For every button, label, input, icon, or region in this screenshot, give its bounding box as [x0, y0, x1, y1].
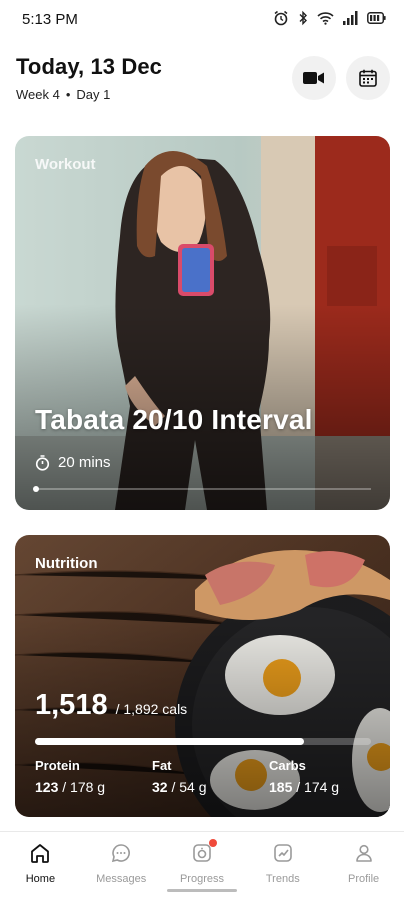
stopwatch-icon [35, 454, 50, 471]
battery-icon [367, 12, 386, 24]
macro-protein: Protein 123 / 178 g [35, 758, 152, 795]
week-day-indicator: Week 4 • Day 1 [16, 87, 110, 102]
macro-value-line: 32 / 54 g [152, 779, 269, 795]
status-bar: 5:13 PM [0, 0, 404, 40]
nav-label: Messages [96, 873, 147, 885]
macro-goal: / 174 g [296, 779, 340, 795]
calorie-summary: 1,518 / 1,892 cals [35, 689, 187, 722]
nav-label: Home [25, 873, 56, 885]
macros-row: Protein 123 / 178 g Fat 32 / 54 g Carbs … [35, 758, 386, 795]
nav-trends[interactable]: Trends [242, 832, 323, 900]
nav-label: Trends [265, 873, 300, 885]
week-label: Week 4 [16, 87, 60, 102]
alarm-icon [274, 10, 288, 26]
video-call-button[interactable] [292, 56, 336, 100]
nutrition-label: Nutrition [35, 555, 98, 572]
workout-duration: 20 mins [35, 454, 111, 471]
notification-badge [208, 839, 217, 847]
video-camera-icon [303, 72, 324, 84]
bluetooth-icon [299, 10, 307, 26]
nav-messages[interactable]: Messages [81, 832, 162, 900]
nav-home[interactable]: Home [0, 832, 81, 900]
page-title: Today, 13 Dec [16, 54, 162, 79]
macro-goal: / 54 g [171, 779, 207, 795]
macro-name: Protein [35, 758, 80, 773]
nav-profile[interactable]: Profile [323, 832, 404, 900]
workout-title: Tabata 20/10 Interval [35, 404, 313, 435]
macro-name: Fat [152, 758, 172, 773]
calories-consumed: 1,518 [35, 689, 108, 721]
calorie-progress-fill [35, 738, 304, 745]
day-label: Day 1 [76, 87, 111, 102]
workout-card[interactable]: Workout Tabata 20/10 Interval 20 mins [15, 136, 390, 510]
status-icons [273, 10, 386, 26]
macro-fat: Fat 32 / 54 g [152, 758, 269, 795]
workout-duration-text: 20 mins [58, 454, 111, 471]
status-time: 5:13 PM [22, 11, 78, 28]
home-indicator [167, 889, 237, 892]
calendar-icon [359, 69, 377, 87]
macro-name: Carbs [269, 758, 306, 773]
macro-value-line: 185 / 174 g [269, 779, 386, 795]
nutrition-card[interactable]: Nutrition 1,518 / 1,892 cals Protein 123… [15, 535, 390, 817]
wifi-icon [317, 12, 334, 25]
workout-progress-bar [33, 486, 371, 492]
macro-carbs: Carbs 185 / 174 g [269, 758, 386, 795]
progress-camera-icon [191, 839, 217, 865]
macro-goal: / 178 g [62, 779, 106, 795]
macro-value: 123 [35, 779, 59, 795]
calendar-button[interactable] [346, 56, 390, 100]
macro-value-line: 123 / 178 g [35, 779, 152, 795]
trends-chart-icon [272, 841, 294, 865]
workout-label: Workout [35, 156, 96, 173]
home-icon [29, 841, 51, 865]
nav-label: Profile [347, 873, 380, 885]
workout-progress-dot [33, 486, 39, 492]
nav-label: Progress [179, 873, 224, 885]
macro-value: 185 [269, 779, 293, 795]
calorie-goal: / 1,892 cals [115, 701, 188, 717]
macro-value: 32 [152, 779, 168, 795]
chat-bubble-icon [110, 841, 132, 865]
person-icon [353, 841, 375, 865]
separator-dot: • [65, 87, 71, 102]
signal-icon [343, 11, 358, 25]
calorie-progress-bar [35, 738, 371, 745]
